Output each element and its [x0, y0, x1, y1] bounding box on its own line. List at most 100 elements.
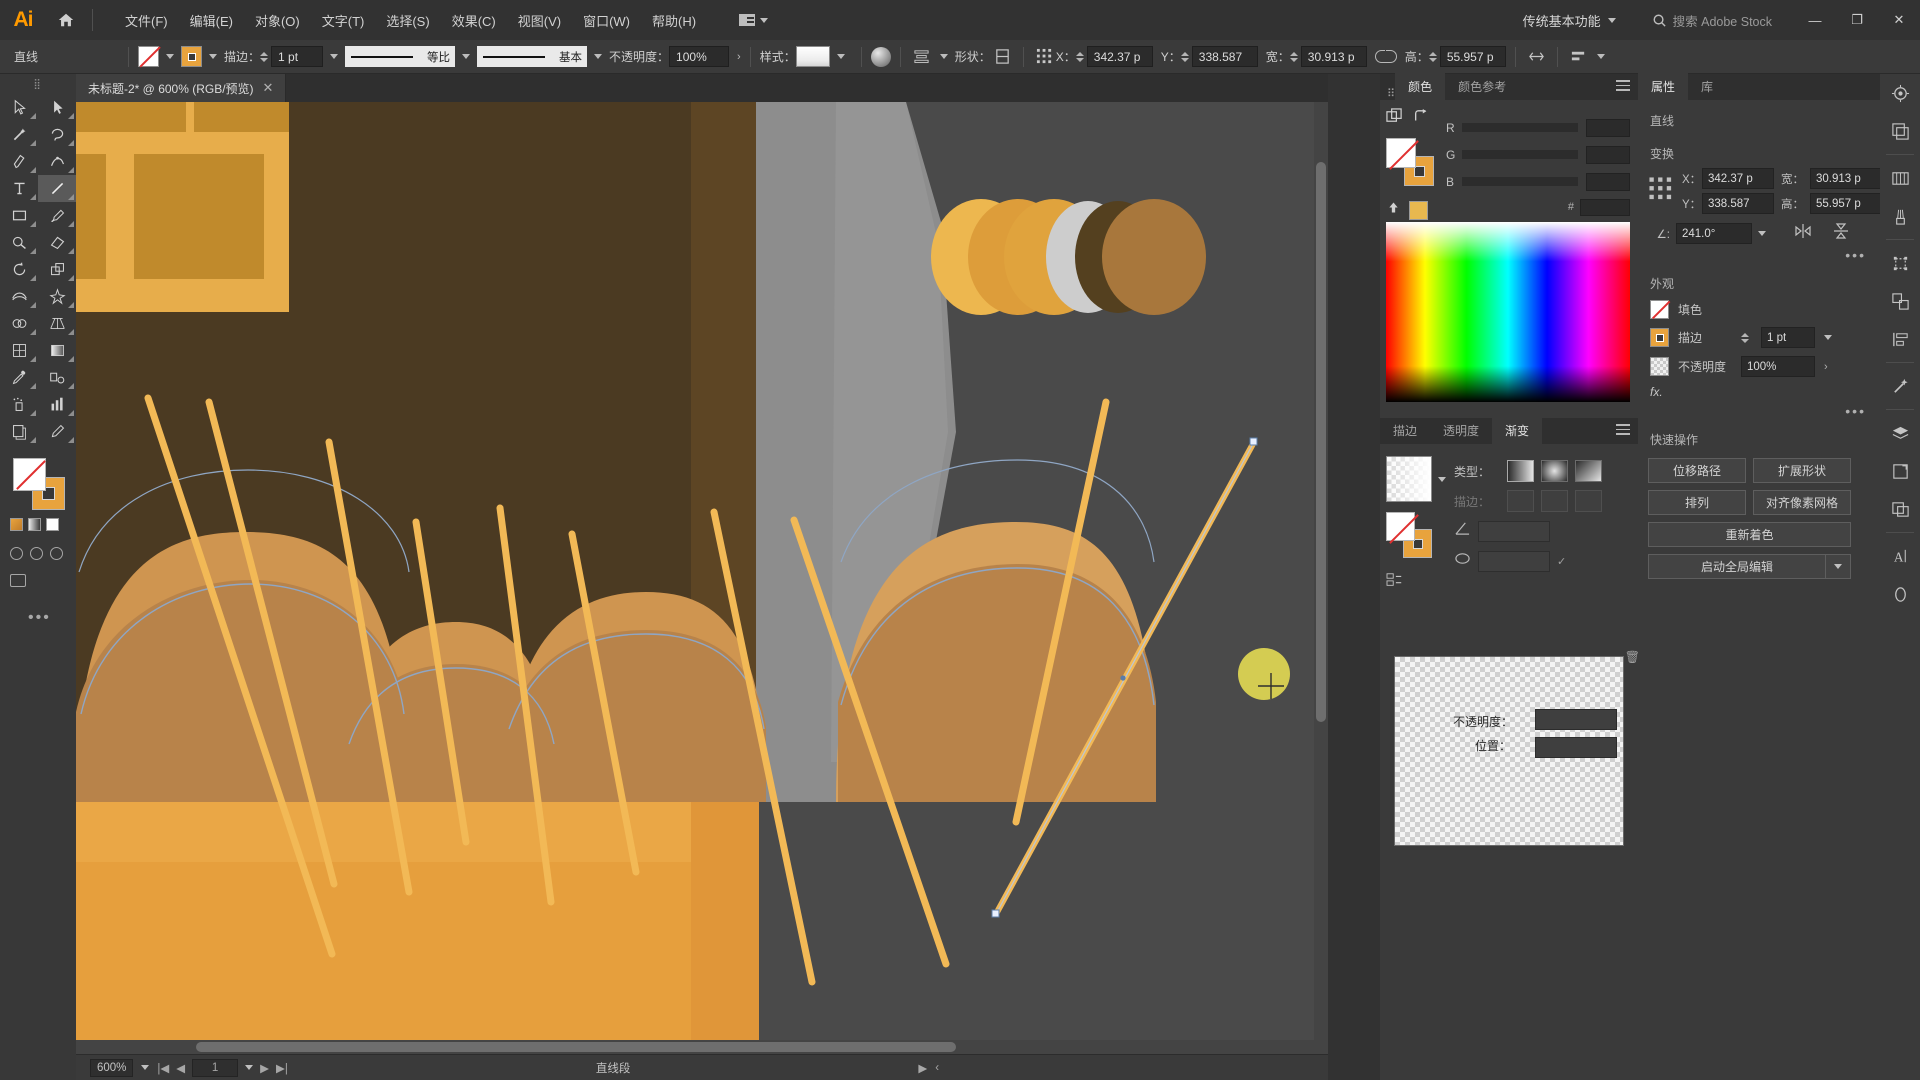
link-dimensions-icon[interactable] [1374, 49, 1397, 63]
channel-slider-g[interactable] [1462, 150, 1578, 159]
swap-fill-stroke-icon[interactable] [1413, 108, 1429, 130]
status-collapse-icon[interactable]: ‹ [935, 1062, 939, 1074]
channel-input-r[interactable] [1586, 118, 1630, 137]
chevron-down-icon[interactable] [462, 54, 471, 59]
transform-w-input[interactable]: 30.913 p [1810, 168, 1882, 189]
workspace-switcher[interactable]: 传统基本功能 [1513, 7, 1626, 34]
transform-panel-icon[interactable] [1525, 46, 1548, 68]
color-guide-rail-icon[interactable] [1880, 74, 1920, 112]
swatches-rail-icon[interactable] [1880, 159, 1920, 197]
next-page-icon[interactable]: ▶ [260, 1061, 269, 1075]
chevron-down-icon[interactable] [141, 1065, 150, 1070]
chevron-down-icon[interactable] [1758, 231, 1766, 236]
chevron-down-icon[interactable] [1824, 335, 1832, 340]
gradient-angle-input[interactable] [1478, 520, 1550, 542]
menu-item-edit[interactable]: 编辑(E) [180, 6, 243, 35]
appearance-stroke-weight-input[interactable]: 1 pt [1761, 327, 1815, 348]
x-input[interactable]: 342.37 p [1086, 46, 1153, 67]
edit-toolbar-icon[interactable] [10, 574, 26, 587]
horizontal-scrollbar[interactable] [76, 1040, 1314, 1054]
transform-angle-input[interactable]: 241.0° [1676, 223, 1752, 244]
menu-item-select[interactable]: 选择(S) [376, 6, 439, 35]
last-page-icon[interactable]: ▶| [276, 1061, 288, 1075]
shape-options-icon[interactable] [991, 46, 1014, 68]
gradient-fill-swatch[interactable] [1386, 512, 1415, 541]
screen-mode-fullscreen-menu[interactable] [30, 547, 43, 560]
toolbar-drag-handle[interactable]: ⣿ [0, 74, 76, 94]
transform-reference-icon[interactable] [1033, 46, 1056, 68]
toolbar-overflow-icon[interactable]: ••• [28, 609, 76, 627]
channel-input-g[interactable] [1586, 145, 1630, 164]
fx-label[interactable]: fx. [1650, 385, 1704, 399]
color-mode-color[interactable] [10, 518, 23, 531]
start-global-edit-button[interactable]: 启动全局编辑 [1648, 554, 1825, 579]
page-input[interactable]: 1 [192, 1058, 239, 1077]
chevron-down-icon[interactable] [1596, 54, 1605, 59]
selection-tool[interactable] [0, 94, 38, 121]
arrange-documents-button[interactable] [732, 10, 775, 30]
minimize-button[interactable]: — [1794, 0, 1836, 40]
stroke-profile-select[interactable]: 等比 [345, 46, 456, 67]
current-tool-label[interactable]: 直线段 [596, 1060, 631, 1076]
color-mode-gradient[interactable] [28, 518, 41, 531]
height-stepper[interactable] [1428, 51, 1437, 62]
width-input[interactable]: 30.913 p [1300, 46, 1367, 67]
chevron-down-icon[interactable] [594, 54, 603, 59]
fill-color-swatch[interactable] [1386, 138, 1416, 168]
x-stepper[interactable] [1075, 51, 1084, 62]
channel-slider-b[interactable] [1462, 177, 1578, 186]
tab-color-guide[interactable]: 颜色参考 [1445, 73, 1519, 100]
menu-item-effect[interactable]: 效果(C) [442, 6, 506, 35]
tab-stroke[interactable]: 描边 [1380, 417, 1430, 444]
transform-more-options-icon[interactable]: ••• [1638, 247, 1880, 263]
gradient-preview-thumb[interactable] [1386, 456, 1432, 502]
slice-tool[interactable] [38, 418, 76, 445]
blend-tool[interactable] [38, 364, 76, 391]
y-stepper[interactable] [1180, 51, 1189, 62]
home-icon[interactable] [46, 0, 86, 40]
recolor-button[interactable]: 重新着色 [1648, 522, 1851, 547]
transform-y-input[interactable]: 338.587 [1702, 193, 1774, 214]
transform-x-input[interactable]: 342.37 p [1702, 168, 1774, 189]
menu-item-object[interactable]: 对象(O) [245, 6, 310, 35]
width-tool[interactable] [0, 283, 38, 310]
pen-tool[interactable] [0, 148, 38, 175]
lasso-tool[interactable] [38, 121, 76, 148]
paintbrush-tool[interactable] [38, 202, 76, 229]
transform-h-input[interactable]: 55.957 p [1810, 193, 1882, 214]
stroke-swatch[interactable] [181, 46, 203, 67]
fill-swatch[interactable] [138, 46, 160, 67]
flip-vertical-icon[interactable] [1832, 222, 1850, 245]
brushes-rail-icon[interactable] [1880, 197, 1920, 235]
gradient-type-linear-button[interactable] [1507, 460, 1534, 482]
color-mode-toggle-icon[interactable] [1386, 108, 1403, 130]
character-rail-icon[interactable]: A [1880, 537, 1920, 575]
stroke-gradient-along-button[interactable] [1541, 490, 1568, 512]
transform-reference-icon[interactable] [1648, 176, 1674, 207]
align-dropdown-icon[interactable] [1567, 46, 1590, 68]
pathfinder-rail-icon[interactable] [1880, 282, 1920, 320]
menu-item-type[interactable]: 文字(T) [312, 6, 375, 35]
layers-stack-rail-icon[interactable] [1880, 414, 1920, 452]
appearance-opacity-input[interactable]: 100% [1741, 356, 1815, 377]
shaper-tool[interactable] [0, 229, 38, 256]
artboards-rail-icon[interactable] [1880, 452, 1920, 490]
stroke-weight-input[interactable]: 1 pt [271, 46, 324, 67]
eyedropper-tool[interactable] [0, 364, 38, 391]
free-transform-tool[interactable] [38, 283, 76, 310]
brush-definition-select[interactable]: 基本 [477, 46, 588, 67]
reverse-gradient-icon[interactable] [1386, 572, 1404, 593]
gradient-type-freeform-button[interactable] [1575, 460, 1602, 482]
tab-color[interactable]: 颜色 [1395, 73, 1446, 100]
gradient-aspect-input[interactable] [1478, 550, 1550, 572]
zoom-level-input[interactable]: 600% [90, 1058, 134, 1077]
vertical-scrollbar[interactable] [1314, 102, 1328, 1080]
magic-wand-tool[interactable] [0, 121, 38, 148]
y-input[interactable]: 338.587 [1191, 46, 1258, 67]
layers-rail-icon[interactable] [1880, 112, 1920, 150]
flip-horizontal-icon[interactable] [1794, 222, 1812, 245]
chevron-down-icon[interactable] [1438, 476, 1446, 482]
chevron-down-icon[interactable] [330, 54, 339, 59]
hex-input[interactable] [1580, 198, 1630, 216]
close-icon[interactable]: ✕ [263, 80, 274, 96]
